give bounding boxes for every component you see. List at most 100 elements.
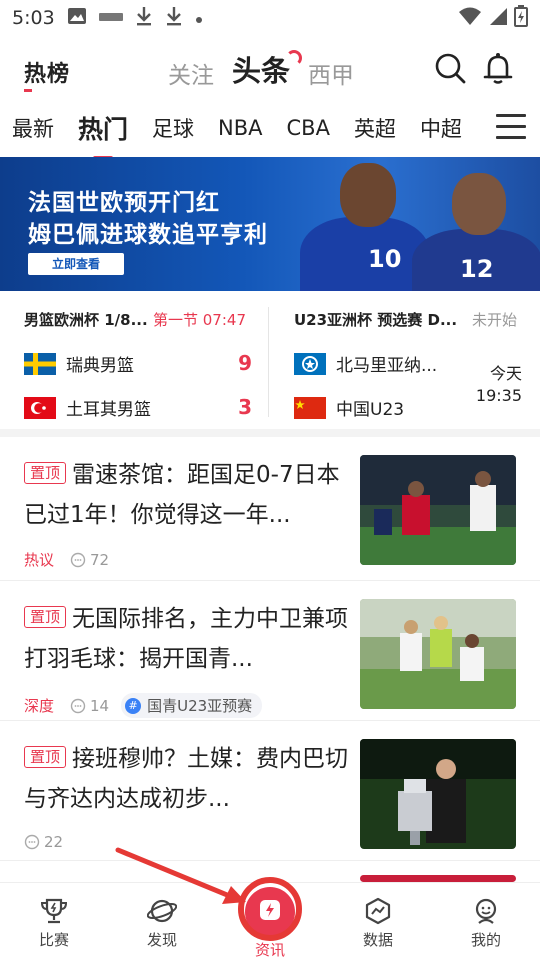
tab-premier-league[interactable]: 英超 bbox=[354, 113, 396, 143]
banner-cta-button[interactable]: 立即查看 bbox=[28, 253, 124, 275]
team-row: 土耳其男篮 bbox=[24, 395, 151, 420]
news-tag: 热议 bbox=[24, 551, 55, 569]
chart-icon bbox=[365, 897, 391, 925]
banner-headline-1: 法国世欧预开门红 bbox=[28, 190, 220, 216]
lightning-icon bbox=[245, 887, 295, 937]
comment-icon bbox=[24, 834, 40, 850]
team-score: 3 bbox=[238, 395, 252, 419]
match-date: 今天 bbox=[489, 364, 522, 383]
tab-label: 比赛 bbox=[38, 931, 69, 949]
team-name: 北马里亚纳... bbox=[336, 356, 438, 376]
match-title: U23亚洲杯 预选赛 D... bbox=[294, 311, 458, 329]
tab-data[interactable]: 数据 bbox=[324, 883, 432, 960]
tab-follow[interactable]: 关注 bbox=[168, 56, 214, 90]
signal-icon bbox=[488, 6, 508, 31]
pinned-badge: 置顶 bbox=[24, 606, 67, 628]
team-name: 瑞典男篮 bbox=[66, 356, 134, 376]
topic-chip[interactable]: # 国青U23亚预赛 bbox=[121, 693, 263, 718]
news-item[interactable]: 置顶 无国际排名，主力中卫兼项打羽毛球：揭开国青... 深度 14 # 国青U23… bbox=[0, 581, 540, 721]
tab-headlines[interactable]: 头条 bbox=[232, 48, 303, 90]
team-name: 土耳其男篮 bbox=[66, 400, 151, 420]
menu-icon[interactable] bbox=[496, 114, 526, 142]
comment-count: 72 bbox=[70, 551, 109, 569]
comment-icon bbox=[70, 698, 86, 713]
news-thumbnail bbox=[360, 875, 516, 882]
shirt-number: 12 bbox=[460, 255, 494, 283]
news-title: 置顶 雷速茶馆：距国足0-7日本已过1年！你觉得这一年... bbox=[24, 455, 350, 535]
image-icon bbox=[67, 7, 87, 30]
team-name: 中国U23 bbox=[336, 400, 405, 420]
trophy-icon bbox=[40, 898, 68, 924]
tab-football[interactable]: 足球 bbox=[152, 113, 194, 143]
match-status: 第一节 07:47 bbox=[153, 311, 246, 329]
team-row: 北马里亚纳... bbox=[294, 351, 437, 376]
player-image bbox=[340, 163, 396, 227]
tab-discover[interactable]: 发现 bbox=[108, 883, 216, 960]
news-title-text: 雷速茶馆：距国足0-7日本已过1年！你觉得这一年... bbox=[24, 462, 340, 528]
turkey-flag-icon bbox=[24, 396, 56, 419]
tab-laliga[interactable]: 西甲 bbox=[308, 56, 354, 90]
news-meta: 热议 72 bbox=[24, 549, 121, 570]
status-bar: 5:03 bbox=[0, 0, 540, 36]
news-title-text: 接班穆帅？土媒：费内巴切与齐达内达成初步... bbox=[24, 746, 349, 812]
china-flag-icon bbox=[294, 396, 326, 419]
app-icon bbox=[98, 10, 123, 27]
banner-headline-2: 姆巴佩进球数追平亨利 bbox=[28, 222, 268, 248]
comment-count: 14 bbox=[70, 697, 109, 715]
tab-label: 我的 bbox=[470, 931, 501, 949]
battery-icon bbox=[514, 4, 528, 32]
category-tabs: 最新 热门 足球 NBA CBA 英超 中超 bbox=[0, 100, 540, 156]
team-row: 中国U23 bbox=[294, 395, 404, 420]
top-header: 热榜 关注 头条 西甲 bbox=[0, 36, 540, 100]
match-card[interactable]: U23亚洲杯 预选赛 D... 未开始 北马里亚纳... 中国U23 今天 19… bbox=[270, 291, 540, 429]
news-thumbnail bbox=[360, 455, 516, 565]
match-kickoff: 今天 19:35 bbox=[476, 363, 522, 407]
comment-count: 22 bbox=[24, 833, 63, 851]
dot-icon bbox=[195, 7, 203, 29]
pinned-badge: 置顶 bbox=[24, 462, 67, 484]
tab-csl[interactable]: 中超 bbox=[420, 113, 462, 143]
hashtag-icon: # bbox=[125, 697, 142, 714]
match-time: 19:35 bbox=[475, 386, 522, 405]
news-tag: 深度 bbox=[24, 697, 55, 715]
northern-mariana-flag-icon bbox=[294, 352, 326, 375]
download-icon bbox=[135, 5, 153, 32]
status-time: 5:03 bbox=[12, 7, 55, 29]
news-title: 置顶 接班穆帅？土媒：费内巴切与齐达内达成初步... bbox=[24, 739, 350, 819]
player-image bbox=[452, 173, 506, 235]
news-item[interactable] bbox=[0, 861, 540, 882]
divider bbox=[268, 307, 269, 417]
match-title: 男篮欧洲杯 1/8... bbox=[24, 311, 148, 329]
news-thumbnail bbox=[360, 739, 516, 849]
tab-label: 数据 bbox=[362, 931, 393, 949]
search-icon[interactable] bbox=[432, 50, 468, 86]
planet-icon bbox=[147, 899, 177, 923]
team-row: 瑞典男篮 bbox=[24, 351, 134, 376]
tab-news[interactable]: 资讯 bbox=[216, 883, 324, 960]
news-thumbnail bbox=[360, 599, 516, 709]
tab-cba[interactable]: CBA bbox=[287, 116, 330, 140]
tab-hot[interactable]: 热门 bbox=[78, 110, 128, 146]
live-scores: 男篮欧洲杯 1/8... 第一节 07:47 瑞典男篮 9 土耳其男篮 3 U2… bbox=[0, 291, 540, 437]
top-tabs: 关注 头条 西甲 bbox=[168, 48, 354, 90]
tab-label: 资讯 bbox=[254, 941, 285, 959]
tab-label: 发现 bbox=[146, 931, 177, 949]
player-image bbox=[300, 217, 430, 291]
app-logo: 热榜 bbox=[24, 56, 70, 92]
match-card[interactable]: 男篮欧洲杯 1/8... 第一节 07:47 瑞典男篮 9 土耳其男篮 3 bbox=[0, 291, 268, 429]
tab-latest[interactable]: 最新 bbox=[12, 113, 54, 143]
news-title-text: 无国际排名，主力中卫兼项打羽毛球：揭开国青... bbox=[24, 606, 349, 672]
team-score: 9 bbox=[238, 351, 252, 375]
bottom-tab-bar: 比赛 发现 资讯 数据 我的 bbox=[0, 882, 540, 960]
news-item[interactable]: 置顶 雷速茶馆：距国足0-7日本已过1年！你觉得这一年... 热议 72 bbox=[0, 437, 540, 581]
app-screen: 5:03 热榜 关注 头条 西甲 最新 热门 足球 NBA CBA 英超 中超 … bbox=[0, 0, 540, 960]
tab-nba[interactable]: NBA bbox=[218, 116, 262, 140]
pinned-badge: 置顶 bbox=[24, 746, 67, 768]
comment-icon bbox=[70, 552, 86, 567]
promo-banner[interactable]: 法国世欧预开门红 姆巴佩进球数追平亨利 立即查看 10 12 bbox=[0, 157, 540, 291]
news-item[interactable]: 置顶 接班穆帅？土媒：费内巴切与齐达内达成初步... 22 bbox=[0, 721, 540, 861]
news-meta: 22 bbox=[24, 833, 75, 851]
tab-me[interactable]: 我的 bbox=[432, 883, 540, 960]
tab-matches[interactable]: 比赛 bbox=[0, 883, 108, 960]
bell-icon[interactable] bbox=[480, 50, 516, 86]
